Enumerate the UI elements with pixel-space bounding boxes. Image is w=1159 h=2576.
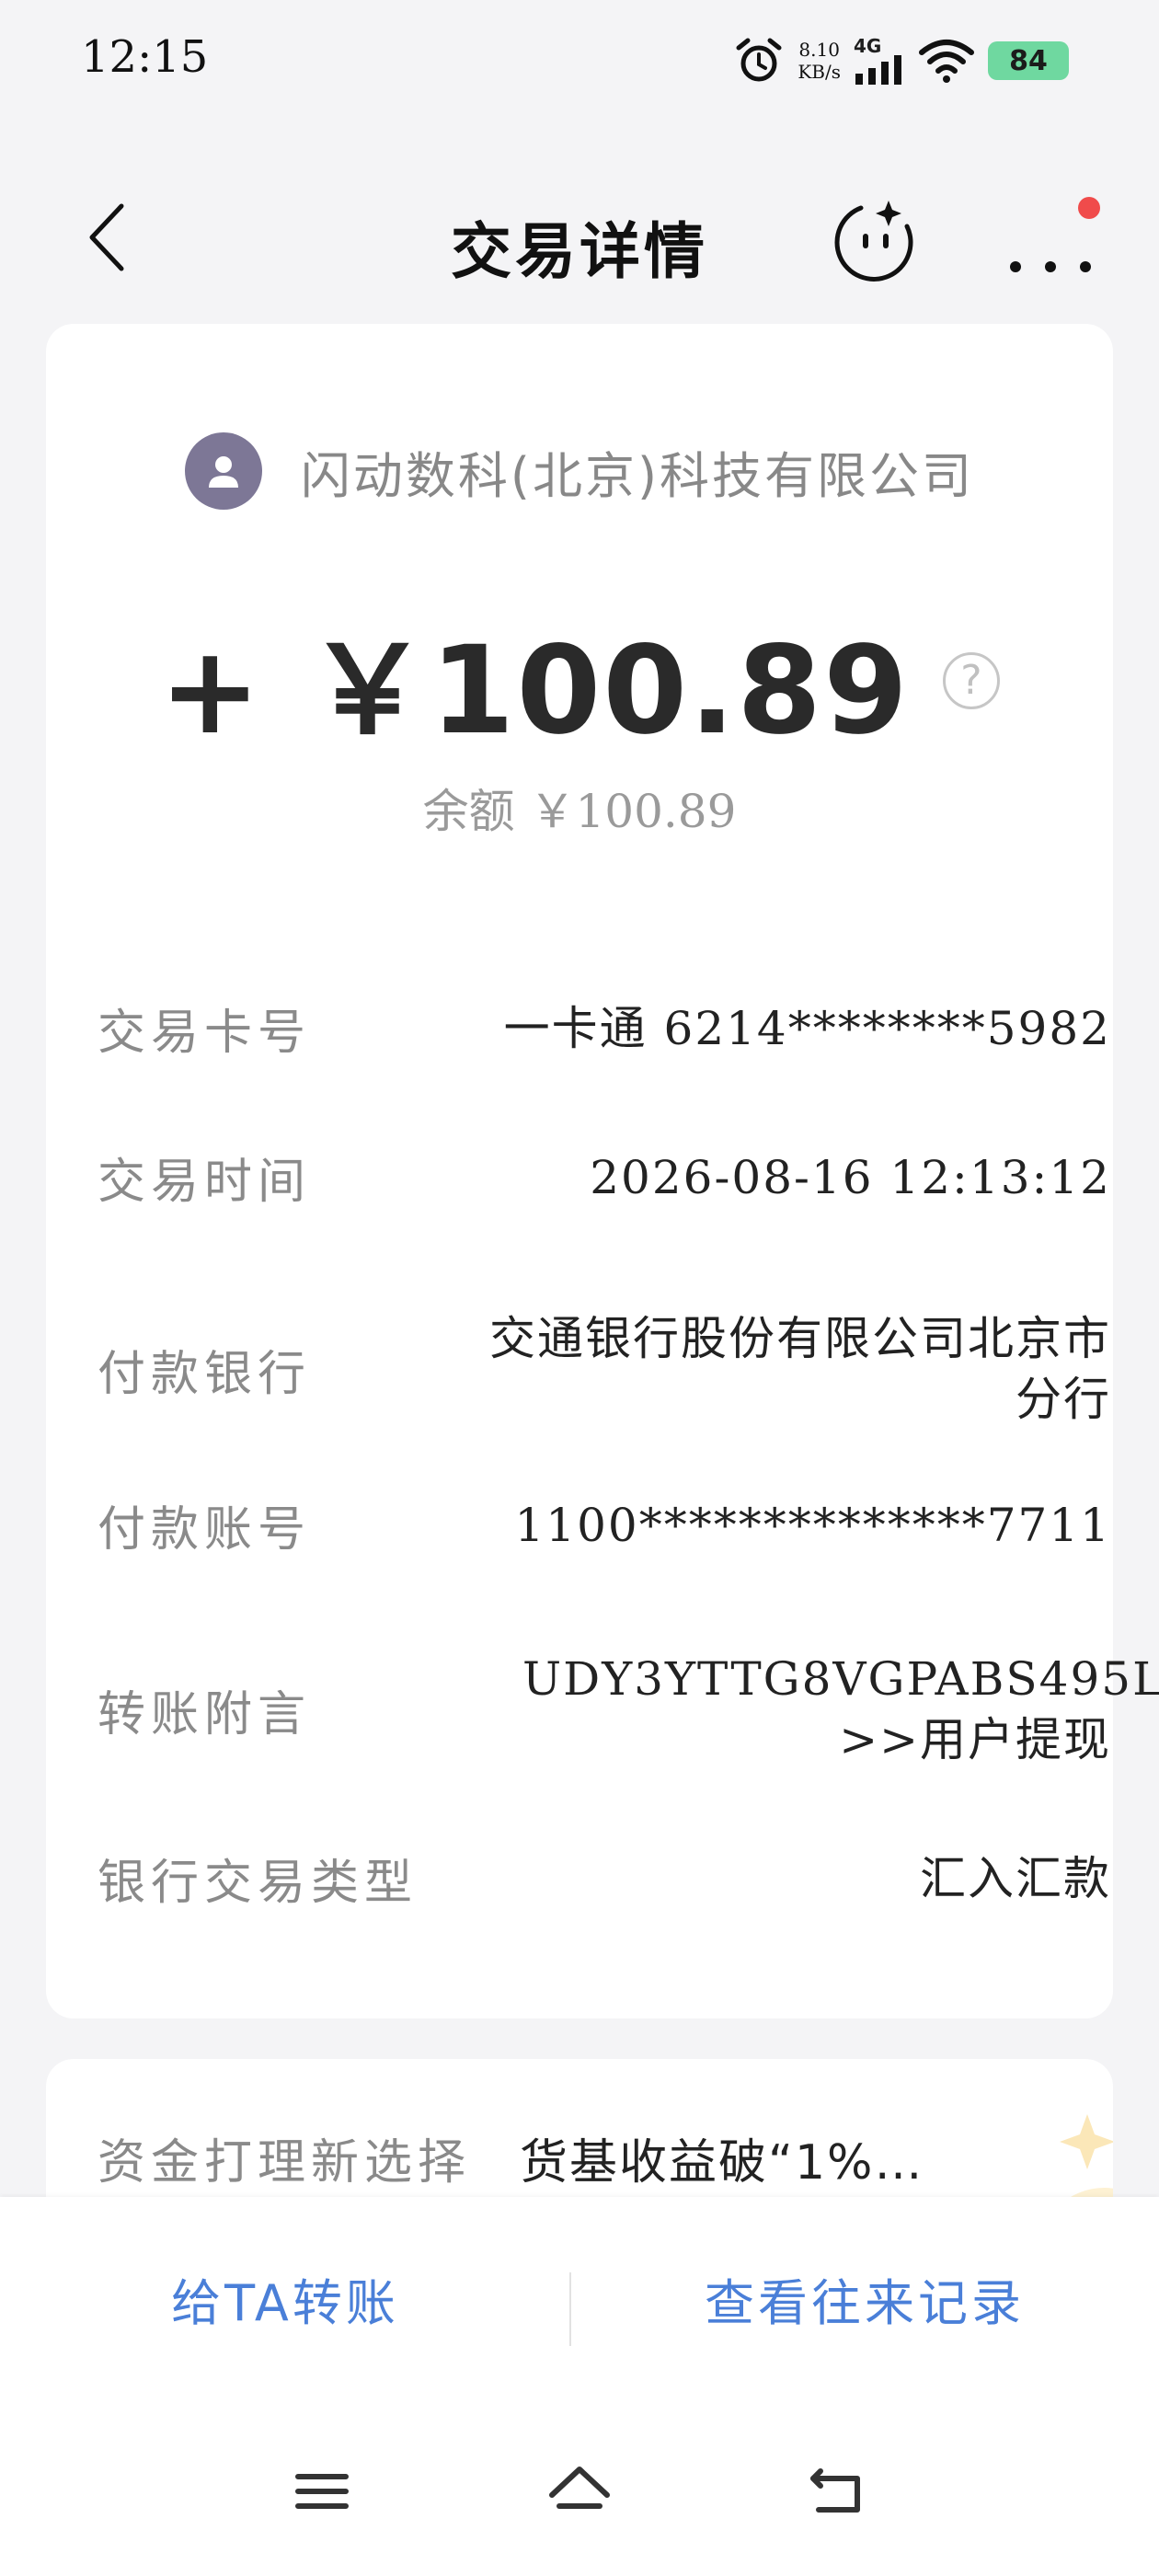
network-type: 4G <box>854 35 882 57</box>
detail-row-payer-account: 付款账号 1100**************7711 <box>98 1490 1111 1559</box>
detail-label: 转账附言 <box>98 1686 312 1742</box>
detail-row-card-number: 交易卡号 一卡通 6214********5982 <box>98 994 1111 1063</box>
promo-text: 货基收益破“1%”，如何打理 <box>520 2135 934 2191</box>
detail-row-transaction-type: 银行交易类型 汇入汇款 <box>98 1844 1111 1913</box>
detail-value: 2026-08-16 12:13:12 <box>590 1150 1111 1204</box>
balance: 余额 ￥100.89 <box>422 785 737 838</box>
action-divider <box>569 2272 571 2346</box>
status-bar: 12:15 8.10 KB/s 4G 84 <box>0 0 1159 120</box>
system-navigation-bar <box>0 2399 1159 2576</box>
detail-row-transfer-note: 转账附言 UDY3YTTG8VGPABS495LA >>用户提现 <box>98 1649 1159 1770</box>
bottom-action-bar: 给TA转账 查看往来记录 <box>0 2197 1159 2399</box>
assistant-button[interactable] <box>828 195 920 287</box>
notification-dot <box>1078 197 1100 219</box>
detail-label: 银行交易类型 <box>98 1856 419 1911</box>
detail-label: 交易时间 <box>98 1155 312 1210</box>
payer-row: 闪动数科(北京)科技有限公司 <box>46 432 1113 510</box>
home-icon[interactable] <box>543 2455 616 2528</box>
transfer-button[interactable]: 给TA转账 <box>92 2252 478 2344</box>
detail-value: UDY3YTTG8VGPABS495LA >>用户提现 <box>522 1652 1159 1766</box>
back-nav-icon[interactable] <box>800 2455 874 2528</box>
detail-value: 交通银行股份有限公司北京市分行 <box>489 1312 1111 1426</box>
cellular-signal: 4G <box>854 37 905 85</box>
detail-label: 付款账号 <box>98 1502 312 1558</box>
detail-label: 付款银行 <box>98 1346 312 1402</box>
status-icons: 8.10 KB/s 4G 84 <box>733 33 1069 88</box>
battery-indicator: 84 <box>988 41 1069 80</box>
promo-label: 资金打理新选择 <box>98 2135 472 2191</box>
payer-name: 闪动数科(北京)科技有限公司 <box>300 446 975 505</box>
signal-bars-icon <box>855 55 901 85</box>
alarm-icon <box>736 38 782 82</box>
detail-row-payer-bank: 付款银行 交通银行股份有限公司北京市分行 <box>98 1308 1111 1430</box>
detail-row-transaction-time: 交易时间 2026-08-16 12:13:12 <box>98 1143 1111 1212</box>
amount-row: + ￥100.89 ? <box>46 592 1113 768</box>
wifi-icon <box>919 40 974 83</box>
network-speed-unit: KB/s <box>798 61 841 83</box>
status-time: 12:15 <box>81 31 209 83</box>
detail-value: 汇入汇款 <box>920 1851 1111 1905</box>
network-speed-value: 8.10 <box>798 39 840 61</box>
network-speed: 8.10 KB/s <box>798 39 841 83</box>
avatar <box>184 432 262 510</box>
view-history-button[interactable]: 查看往来记录 <box>644 2252 1085 2344</box>
page-title: 交易详情 <box>451 216 708 287</box>
transaction-card: 闪动数科(北京)科技有限公司 + ￥100.89 ? 余额 ￥100.89 交易… <box>46 324 1159 2018</box>
menu-icon[interactable] <box>285 2455 359 2528</box>
nav-bar: 交易详情 <box>0 175 1159 304</box>
smiley-assistant-icon <box>834 201 913 282</box>
detail-value: 1100**************7711 <box>514 1498 1111 1552</box>
detail-value: 一卡通 6214********5982 <box>503 1001 1111 1055</box>
transaction-amount: + ￥100.89 <box>159 620 910 762</box>
user-icon <box>208 456 238 488</box>
detail-label: 交易卡号 <box>98 1006 312 1061</box>
question-mark-icon[interactable]: ? <box>942 651 1000 709</box>
